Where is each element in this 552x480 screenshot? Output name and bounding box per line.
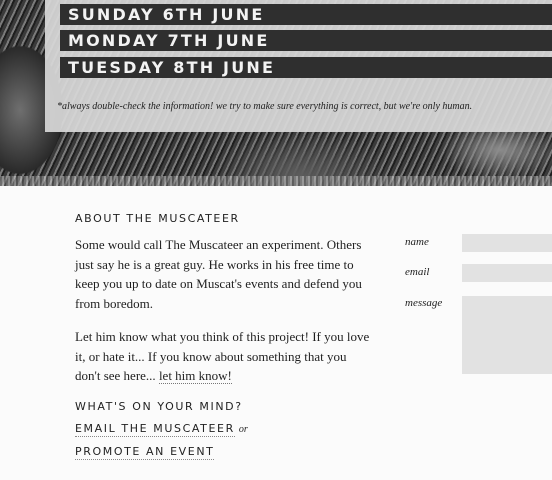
- name-input[interactable]: [462, 234, 552, 252]
- name-label: name: [405, 236, 429, 248]
- cta-heading: WHAT'S ON YOUR MIND?: [75, 400, 243, 413]
- date-item-sunday[interactable]: SUNDAY 6TH JUNE: [60, 4, 552, 25]
- about-paragraph-1: Some would call The Muscateer an experim…: [75, 237, 362, 311]
- or-text: or: [238, 424, 248, 435]
- about-title: ABOUT THE MUSCATEER: [75, 212, 240, 225]
- cta-promote-row: PROMOTE AN EVENT: [75, 445, 215, 460]
- hero-banner: SUNDAY 6TH JUNE MONDAY 7TH JUNE TUESDAY …: [0, 0, 552, 186]
- promote-event-link[interactable]: PROMOTE AN EVENT: [75, 445, 215, 460]
- date-item-monday[interactable]: MONDAY 7TH JUNE: [60, 30, 552, 51]
- cta-email-row: EMAIL THE MUSCATEER or: [75, 422, 248, 437]
- about-paragraph-2: Let him know what you think of this proj…: [75, 327, 375, 386]
- message-label: message: [405, 297, 443, 309]
- let-him-know-link[interactable]: let him know!: [158, 368, 232, 384]
- message-textarea[interactable]: [462, 296, 552, 374]
- date-item-tuesday[interactable]: TUESDAY 8TH JUNE: [60, 57, 552, 78]
- email-input[interactable]: [462, 264, 552, 282]
- disclaimer-text: *always double-check the information! we…: [57, 101, 473, 112]
- email-muscateer-link[interactable]: EMAIL THE MUSCATEER: [75, 422, 235, 437]
- email-label: email: [405, 266, 430, 278]
